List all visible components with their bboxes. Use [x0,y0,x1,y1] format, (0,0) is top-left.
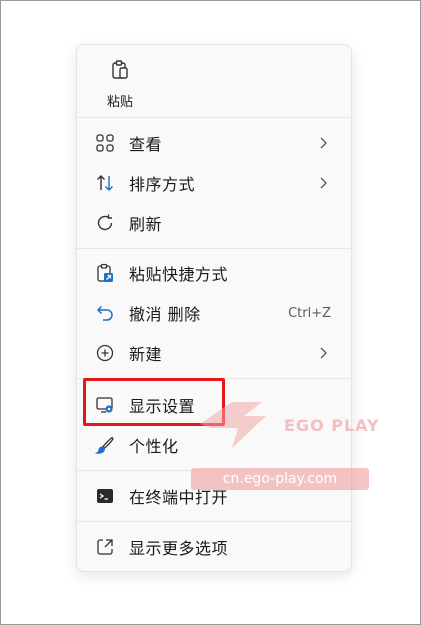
menu-item-sort[interactable]: 排序方式 [81,165,347,201]
menu-item-label: 粘贴快捷方式 [129,265,229,284]
menu-item-label: 个性化 [129,437,179,456]
menu-item-paste-shortcut[interactable]: 粘贴快捷方式 [81,255,347,291]
watermark-brand: EGO PLAY [284,416,380,435]
menu-item-undo-delete[interactable]: 撤消 删除 Ctrl+Z [81,295,347,331]
menu-item-label: 撤消 删除 [129,305,201,324]
watermark-logo-icon [200,402,266,448]
new-plus-icon [95,343,115,363]
clipboard-icon [110,59,130,85]
chevron-right-icon [320,347,327,359]
menu-item-label: 显示更多选项 [129,539,229,558]
paste-label: 粘贴 [106,95,133,110]
view-grid-icon [95,133,115,153]
menu-item-refresh[interactable]: 刷新 [81,205,347,241]
paste-button[interactable]: 粘贴 [97,59,143,111]
separator [77,248,351,249]
menu-item-label: 刷新 [129,215,163,234]
undo-icon [95,303,115,323]
shortcut-text: Ctrl+Z [288,305,331,321]
chevron-right-icon [320,137,327,149]
context-menu: 粘贴 查看 排序方式 刷新 粘贴快捷方式 撤消 删除 Ctrl+Z 新建 显示设… [76,44,352,572]
sort-arrows-icon [95,173,115,193]
brush-icon [95,435,115,455]
chevron-right-icon [320,177,327,189]
menu-item-more-options[interactable]: 显示更多选项 [81,529,347,565]
separator [77,117,351,118]
paste-shortcut-icon [95,263,115,283]
menu-item-label: 查看 [129,135,163,154]
terminal-icon [95,486,115,506]
menu-item-label: 新建 [129,345,163,364]
watermark-url: cn.ego-play.com [191,468,369,490]
menu-item-new[interactable]: 新建 [81,335,347,371]
menu-item-view[interactable]: 查看 [81,125,347,161]
separator [77,521,351,522]
refresh-icon [95,213,115,233]
more-options-icon [95,537,115,557]
menu-item-label: 排序方式 [129,175,196,194]
